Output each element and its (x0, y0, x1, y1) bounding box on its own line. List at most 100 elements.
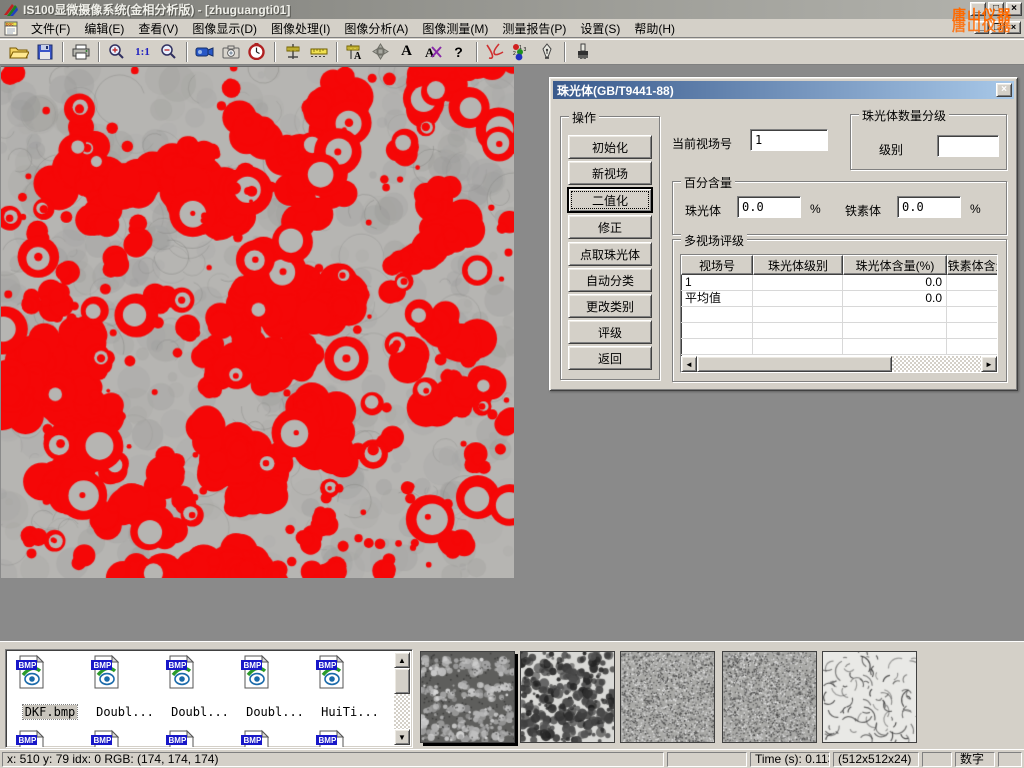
menu-image-measure[interactable]: 图像测量(M) (415, 18, 495, 39)
return-button[interactable]: 返回 (568, 346, 652, 370)
menu-image-processing[interactable]: 图像处理(I) (264, 18, 337, 39)
scroll-right-arrow[interactable]: ► (981, 356, 997, 372)
thumbnail-4[interactable] (722, 651, 817, 743)
new-field-button[interactable]: 新视场 (568, 161, 652, 185)
dialog-title-bar[interactable]: 珠光体(GB/T9441-88) × (553, 81, 1014, 99)
file-name[interactable]: HuiTi... (319, 705, 381, 719)
file-item[interactable]: BMP Doubl... (164, 654, 236, 719)
file-item[interactable]: BMP (314, 729, 386, 748)
binarize-button[interactable]: 二值化 (568, 188, 652, 212)
file-item[interactable]: BMP DKF.bmp (14, 654, 86, 719)
text-a-icon: A (401, 43, 412, 60)
scroll-up-arrow[interactable]: ▲ (394, 652, 410, 668)
col-header-ferrite[interactable]: 铁素体含量(%) (947, 255, 998, 275)
thumbnail-2[interactable] (520, 651, 615, 743)
change-class-button[interactable]: 更改类别 (568, 294, 652, 318)
col-header-field[interactable]: 视场号 (681, 255, 753, 275)
menu-edit[interactable]: 编辑(E) (77, 18, 131, 39)
grading-table[interactable]: 视场号 珠光体级别 珠光体含量(%) 铁素体含量(%) 1 0.0 平均值 0.… (680, 254, 998, 373)
scroll-thumb[interactable] (394, 668, 410, 694)
initialize-button[interactable]: 初始化 (568, 135, 652, 159)
open-button[interactable] (6, 40, 31, 63)
menu-measure-report[interactable]: 测量报告(P) (495, 18, 573, 39)
toolbar: 1:1 A A A ? (0, 39, 1024, 65)
caliper-measure-button[interactable] (280, 40, 305, 63)
micrograph-image[interactable] (1, 66, 514, 578)
correct-button[interactable]: 修正 (568, 215, 652, 239)
file-name[interactable]: DKF.bmp (23, 705, 78, 719)
zoom-out-button[interactable] (156, 40, 181, 63)
one-to-one-icon: 1:1 (135, 46, 150, 58)
table-horizontal-scrollbar[interactable]: ◄ ► (681, 356, 997, 372)
brush-tool-button[interactable] (570, 40, 595, 63)
file-name[interactable]: Doubl... (94, 705, 156, 719)
file-list[interactable]: BMP DKF.bmp BMP Doubl... BMP Doubl... BM… (5, 649, 413, 748)
ferrite-percent-input[interactable] (897, 196, 961, 218)
text-delete-button[interactable]: A (420, 40, 445, 63)
pen-tool-button[interactable] (534, 40, 559, 63)
document-icon[interactable]: DOC (4, 21, 20, 36)
menu-image-analysis[interactable]: 图像分析(A) (337, 18, 415, 39)
timer-capture-button[interactable] (244, 40, 269, 63)
thumbnail-3[interactable] (620, 651, 715, 743)
file-item[interactable]: BMP (164, 729, 236, 748)
file-item[interactable]: BMP Doubl... (89, 654, 161, 719)
ruler-measure-button[interactable] (306, 40, 331, 63)
zoom-in-button[interactable] (104, 40, 129, 63)
table-row[interactable]: 平均值 0.0 (681, 291, 997, 307)
grade-button[interactable]: 评级 (568, 320, 652, 344)
actual-size-button[interactable]: 1:1 (130, 40, 155, 63)
file-item[interactable]: BMP Doubl... (239, 654, 311, 719)
help-button[interactable]: ? (446, 40, 471, 63)
camera-capture-button[interactable] (218, 40, 243, 63)
dialog-title: 珠光体(GB/T9441-88) (557, 82, 674, 99)
thumbnail-1[interactable] (420, 651, 515, 743)
bmp-file-icon: BMP (239, 654, 273, 690)
save-button[interactable] (32, 40, 57, 63)
file-item[interactable]: BMP (239, 729, 311, 748)
menu-settings[interactable]: 设置(S) (573, 18, 627, 39)
file-item[interactable]: BMP HuiTi... (314, 654, 386, 719)
video-capture-button[interactable] (192, 40, 217, 63)
status-spacer (667, 752, 747, 767)
pearlite-percent-input[interactable] (737, 196, 801, 218)
measure-label-button[interactable]: A (342, 40, 367, 63)
menu-file[interactable]: 文件(F) (24, 18, 77, 39)
percent-group: 百分含量 珠光体 % 铁素体 % (672, 181, 1007, 235)
dialog-close-button[interactable]: × (996, 83, 1012, 97)
title-bar[interactable]: IS100显微摄像系统(金相分析版) - [zhuguangti01] _ □ … (0, 0, 1024, 19)
svg-text:BMP: BMP (244, 661, 262, 670)
multi-field-group-label: 多视场评级 (681, 232, 747, 249)
text-annotate-button[interactable]: A (394, 40, 419, 63)
marker-points-button[interactable]: 132 (508, 40, 533, 63)
table-row[interactable]: 1 0.0 (681, 275, 997, 291)
level-input[interactable] (937, 135, 999, 157)
video-camera-icon (195, 45, 215, 59)
menu-help[interactable]: 帮助(H) (627, 18, 682, 39)
file-list-scrollbar[interactable]: ▲ ▼ (394, 652, 410, 745)
curve-tool-button[interactable] (482, 40, 507, 63)
scroll-thumb[interactable] (697, 356, 892, 372)
file-item[interactable]: BMP (14, 729, 86, 748)
menu-image-display[interactable]: 图像显示(D) (185, 18, 264, 39)
current-field-input[interactable] (750, 129, 828, 151)
move-tool-button[interactable] (368, 40, 393, 63)
cell-pearlite: 0.0 (843, 275, 947, 291)
status-spacer (998, 752, 1022, 767)
menu-view[interactable]: 查看(V) (131, 18, 185, 39)
pearlite-dialog[interactable]: 珠光体(GB/T9441-88) × 操作 初始化 新视场 二值化 修正 点取珠… (549, 77, 1018, 391)
scroll-left-arrow[interactable]: ◄ (681, 356, 697, 372)
col-header-pearlite[interactable]: 珠光体含量(%) (843, 255, 947, 275)
print-button[interactable] (68, 40, 93, 63)
file-name[interactable]: Doubl... (244, 705, 306, 719)
cell-field: 1 (681, 275, 753, 291)
thumbnail-5[interactable] (822, 651, 917, 743)
scroll-track[interactable] (892, 356, 981, 372)
pick-pearlite-button[interactable]: 点取珠光体 (568, 242, 652, 266)
scroll-down-arrow[interactable]: ▼ (394, 729, 410, 745)
cell-pearlite: 0.0 (843, 291, 947, 307)
file-item[interactable]: BMP (89, 729, 161, 748)
file-name[interactable]: Doubl... (169, 705, 231, 719)
auto-classify-button[interactable]: 自动分类 (568, 268, 652, 292)
col-header-grade[interactable]: 珠光体级别 (753, 255, 843, 275)
